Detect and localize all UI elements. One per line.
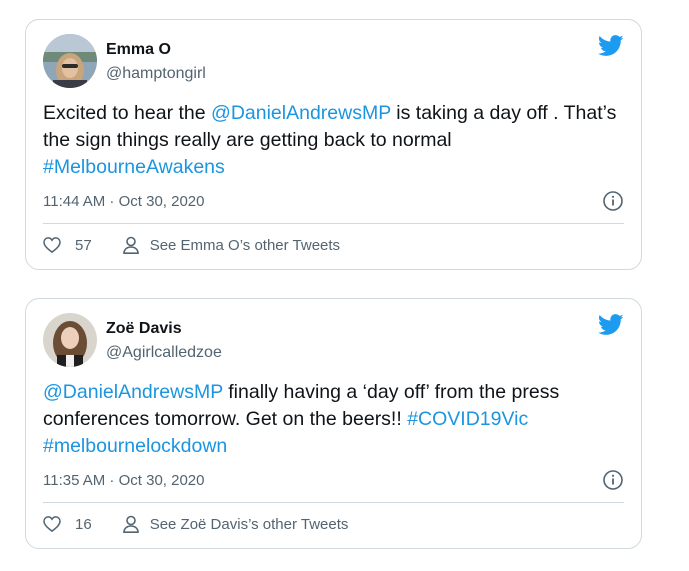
- like-button[interactable]: 16: [43, 516, 92, 533]
- tweet-actions: 57 See Emma O’s other Tweets: [43, 236, 340, 254]
- info-icon[interactable]: [602, 469, 624, 491]
- heart-icon: [43, 237, 61, 253]
- see-other-tweets-label: See Zoë Davis’s other Tweets: [149, 515, 349, 533]
- see-other-tweets-label: See Emma O’s other Tweets: [149, 236, 341, 254]
- divider: [43, 502, 624, 503]
- text-segment: Excited to hear the: [43, 102, 212, 124]
- username[interactable]: @Agirlcalledzoe: [106, 344, 222, 362]
- avatar[interactable]: [43, 313, 97, 367]
- timestamp[interactable]: 11:44 AM · Oct 30, 2020: [43, 193, 204, 210]
- hashtag-link[interactable]: #MelbourneAwakens: [43, 156, 225, 178]
- tweet-card[interactable]: Zoë Davis @Agirlcalledzoe @DanielAndrews…: [25, 298, 642, 549]
- display-name[interactable]: Zoë Davis: [106, 320, 182, 338]
- twitter-bird-icon[interactable]: [597, 35, 624, 57]
- like-count: 57: [75, 236, 92, 254]
- see-other-tweets-link[interactable]: See Emma O’s other Tweets: [122, 236, 340, 254]
- like-count: 16: [75, 515, 92, 533]
- username[interactable]: @hamptongirl: [106, 65, 206, 83]
- person-icon: [122, 515, 139, 533]
- tweet-text: Excited to hear the @DanielAndrewsMP is …: [43, 100, 623, 181]
- hashtag-link[interactable]: #COVID19Vic: [407, 408, 528, 430]
- tweet-card[interactable]: Emma O @hamptongirl Excited to hear the …: [25, 19, 642, 270]
- tweet-text: @DanielAndrewsMP finally having a ‘day o…: [43, 379, 623, 460]
- person-icon: [122, 236, 139, 254]
- mention-link[interactable]: @DanielAndrewsMP: [211, 102, 391, 124]
- twitter-bird-icon[interactable]: [597, 314, 624, 336]
- timestamp[interactable]: 11:35 AM · Oct 30, 2020: [43, 472, 204, 489]
- divider: [43, 223, 624, 224]
- mention-link[interactable]: @DanielAndrewsMP: [43, 381, 223, 403]
- heart-icon: [43, 516, 61, 532]
- tweet-actions: 16 See Zoë Davis’s other Tweets: [43, 515, 348, 533]
- info-icon[interactable]: [602, 190, 624, 212]
- hashtag-link[interactable]: #melbournelockdown: [43, 435, 227, 457]
- avatar[interactable]: [43, 34, 97, 88]
- display-name[interactable]: Emma O: [106, 41, 171, 59]
- like-button[interactable]: 57: [43, 237, 92, 254]
- see-other-tweets-link[interactable]: See Zoë Davis’s other Tweets: [122, 515, 349, 533]
